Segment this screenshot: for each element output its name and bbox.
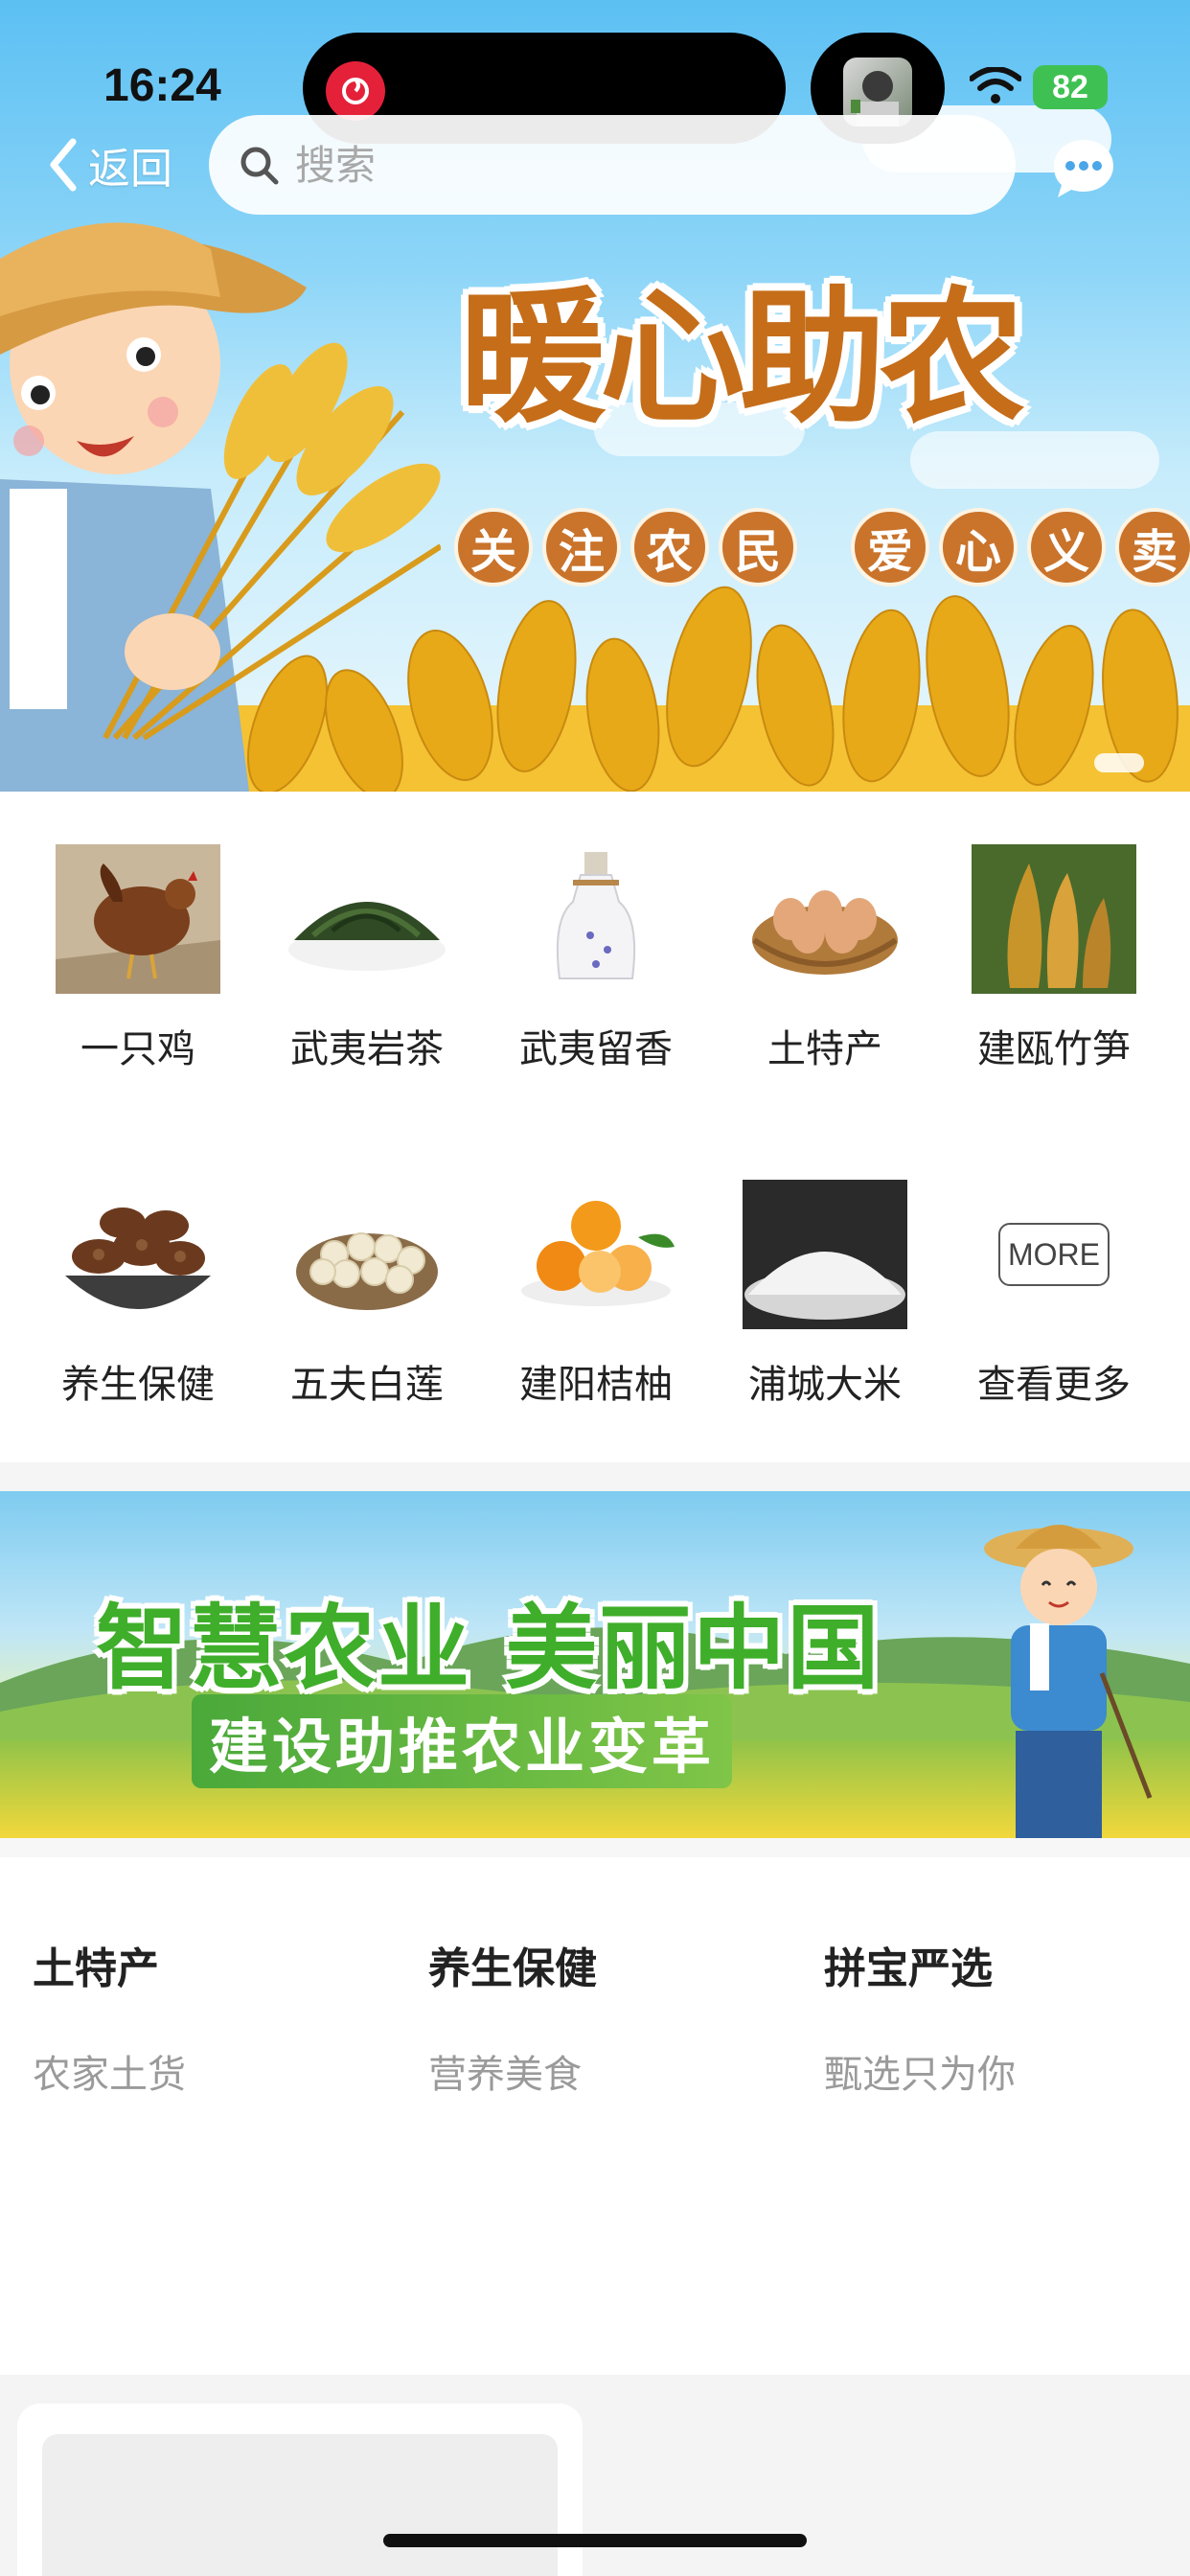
promo-banner[interactable]: 智慧农业 美丽中国 建设助推农业变革: [0, 1491, 1190, 1838]
promo-title: 智慧农业 美丽中国: [96, 1595, 881, 1702]
more-box: MORE: [972, 1177, 1136, 1332]
music-app-icon[interactable]: [326, 61, 385, 121]
slogan-char: 爱: [851, 508, 929, 586]
category-label: 查看更多: [977, 1363, 1131, 1407]
category-item-bamboo[interactable]: 建瓯竹笋: [940, 841, 1168, 1073]
home-indicator[interactable]: [383, 2534, 807, 2547]
category-item-liquor[interactable]: 武夷留香: [482, 841, 710, 1073]
category-item-more[interactable]: MORE 查看更多: [940, 1177, 1168, 1409]
category-label: 养生保健: [61, 1363, 215, 1407]
category-item-rice[interactable]: 浦城大米: [711, 1177, 939, 1409]
battery-indicator: 82: [1033, 65, 1108, 109]
slogan-char: 关: [454, 508, 533, 586]
category-label: 五夫白莲: [290, 1363, 444, 1407]
product-card-placeholder: [42, 2434, 558, 2576]
category-item-chicken[interactable]: 一只鸡: [24, 841, 252, 1073]
status-time: 16:24: [103, 60, 221, 111]
chicken-image: [56, 841, 220, 997]
mushroom-bowl-image: [56, 1177, 220, 1332]
category-label: 武夷留香: [519, 1027, 673, 1071]
slogan-left: 关 注 农 民: [454, 508, 797, 586]
category-item-health[interactable]: 养生保健: [24, 1177, 252, 1409]
feature-title: 土特产: [33, 1944, 159, 1993]
more-badge: MORE: [998, 1223, 1110, 1286]
category-label: 建瓯竹笋: [977, 1027, 1131, 1071]
slogan-char: 卖: [1115, 508, 1190, 586]
search-bar[interactable]: [209, 115, 1016, 215]
category-item-orange[interactable]: 建阳桔柚: [482, 1177, 710, 1409]
slogan-char: 注: [542, 508, 621, 586]
feature-title: 养生保健: [428, 1944, 597, 1993]
farmer-illustration: [984, 1525, 1153, 1838]
category-item-tea[interactable]: 武夷岩茶: [253, 841, 481, 1073]
orange-image: [514, 1177, 678, 1332]
slogan-char: 民: [719, 508, 797, 586]
lotus-seed-image: [285, 1177, 449, 1332]
slogan-char: 义: [1027, 508, 1106, 586]
carousel-indicator[interactable]: [1094, 753, 1144, 772]
category-label: 土特产: [767, 1027, 882, 1071]
egg-basket-image: [743, 841, 907, 997]
slogan-right: 爱 心 义 卖: [851, 508, 1190, 586]
feature-selection[interactable]: 拼宝严选 甄选只为你: [824, 1934, 1016, 2099]
bamboo-shoot-image: [972, 841, 1136, 997]
liquor-bottle-image: [514, 841, 678, 997]
feature-health[interactable]: 养生保健 营养美食: [428, 1934, 597, 2099]
wifi-icon: [970, 67, 1021, 104]
feature-subtitle: 甄选只为你: [824, 2053, 1016, 2097]
farmer-illustration: [0, 222, 441, 792]
section-divider: [0, 1462, 1190, 1491]
battery-level: 82: [1052, 68, 1088, 105]
feature-section: 土特产 农家土货 养生保健 营养美食 拼宝严选 甄选只为你: [0, 1857, 1190, 2375]
category-label: 建阳桔柚: [519, 1363, 673, 1407]
category-label: 一只鸡: [80, 1027, 195, 1071]
search-icon: [240, 147, 279, 185]
section-divider: [0, 1838, 1190, 1857]
feature-subtitle: 营养美食: [428, 2053, 582, 2097]
slogan-char: 农: [630, 508, 709, 586]
search-input[interactable]: [295, 141, 966, 189]
rice-image: [743, 1177, 907, 1332]
back-button[interactable]: 返回: [48, 134, 172, 196]
category-label: 武夷岩茶: [290, 1027, 444, 1071]
hero-title: 暖心助农: [460, 271, 1025, 443]
category-item-local-specialty[interactable]: 土特产: [711, 841, 939, 1073]
product-card[interactable]: [17, 2404, 583, 2576]
slogan-char: 心: [939, 508, 1018, 586]
category-label: 浦城大米: [748, 1363, 902, 1407]
category-item-lotus-seed[interactable]: 五夫白莲: [253, 1177, 481, 1409]
promo-subtitle: 建设助推农业变革: [192, 1694, 733, 1788]
chevron-left-icon: [50, 138, 77, 192]
back-label: 返回: [88, 145, 172, 194]
message-icon[interactable]: [1048, 134, 1119, 205]
feature-local-specialty[interactable]: 土特产 农家土货: [33, 1934, 186, 2099]
tea-leaves-image: [285, 841, 449, 997]
feature-subtitle: 农家土货: [33, 2053, 186, 2097]
feature-title: 拼宝严选: [824, 1944, 993, 1993]
